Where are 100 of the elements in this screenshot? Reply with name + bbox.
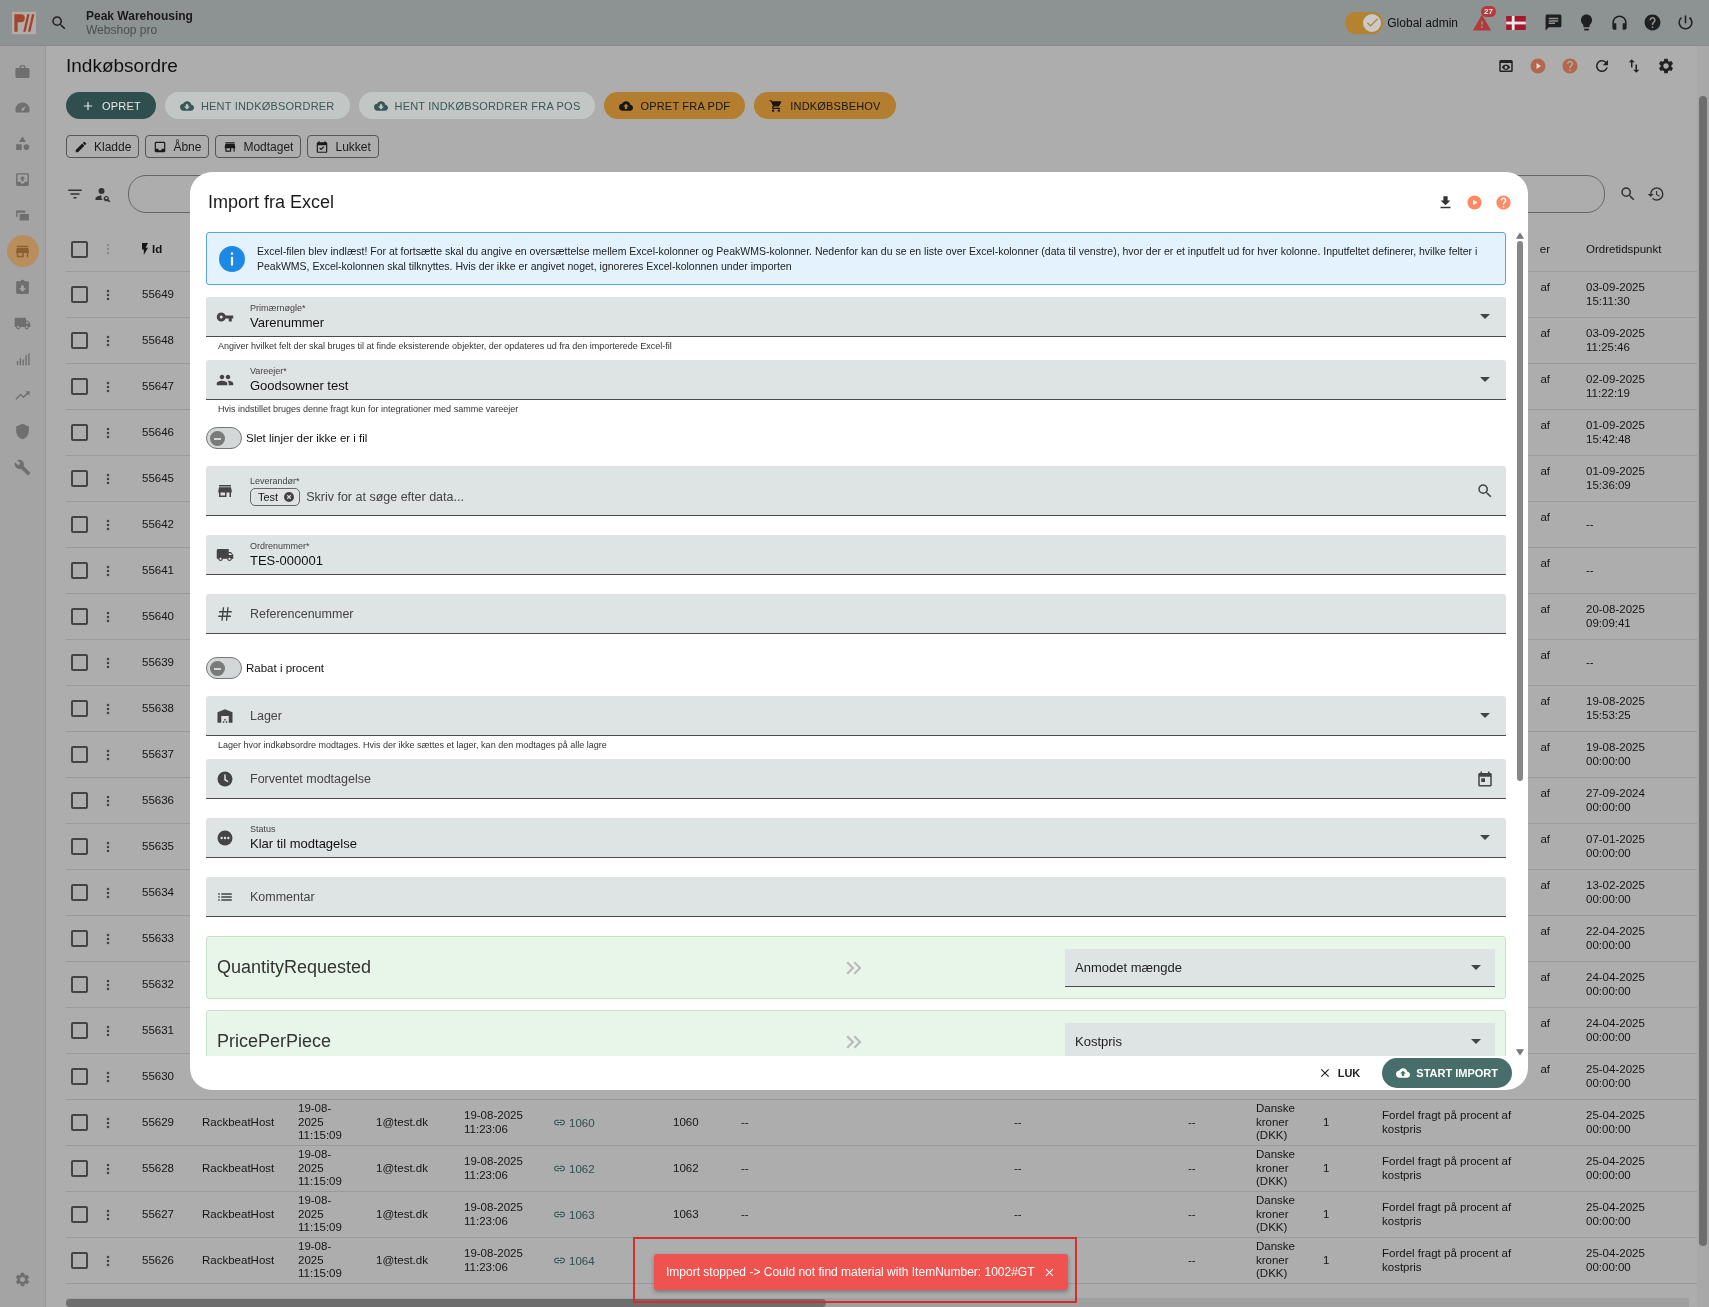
column-header[interactable]: Ordretidspunkt bbox=[1586, 243, 1662, 255]
table-cell: 19-08-2025 11:15:09 bbox=[298, 1240, 342, 1281]
play-icon[interactable] bbox=[1529, 57, 1547, 76]
checkbox[interactable] bbox=[70, 286, 88, 303]
checkbox[interactable] bbox=[70, 470, 88, 487]
admin-toggle[interactable] bbox=[1345, 11, 1384, 34]
checkbox[interactable] bbox=[70, 608, 88, 625]
date-field[interactable]: Forventet modtagelse bbox=[206, 759, 1506, 799]
scroll-up-icon[interactable] bbox=[1516, 232, 1524, 239]
table-cell: -- bbox=[1188, 1161, 1196, 1176]
page-title: Indkøbsordre bbox=[66, 55, 178, 78]
remove-icon[interactable] bbox=[283, 490, 296, 503]
input-field[interactable]: Ordrenummer* TES-000001 bbox=[206, 535, 1506, 575]
search-icon[interactable] bbox=[1476, 481, 1494, 500]
input-field[interactable]: Kommentar bbox=[206, 877, 1506, 917]
input-field[interactable]: Referencenummer bbox=[206, 594, 1506, 634]
checkbox[interactable] bbox=[70, 792, 88, 809]
order-link[interactable]: 1064 bbox=[553, 1254, 595, 1267]
column-header[interactable]: Id bbox=[132, 243, 192, 255]
briefcase-icon bbox=[14, 62, 31, 80]
table-cell-text: 19-08-2025 15:53:25 bbox=[1586, 695, 1646, 722]
checkbox[interactable] bbox=[70, 1206, 88, 1223]
table-cell-text: Fordel fragt på procent af kostpris bbox=[1382, 1201, 1513, 1228]
checkbox[interactable] bbox=[70, 654, 88, 671]
table-cell: 55645 bbox=[142, 471, 174, 486]
order-link[interactable]: 1062 bbox=[553, 1162, 595, 1175]
checkbox[interactable] bbox=[70, 884, 88, 901]
toggle-switch[interactable] bbox=[206, 657, 242, 679]
action-button[interactable]: OPRET FRA PDF bbox=[604, 92, 746, 120]
status-filter-chip[interactable]: Åbne bbox=[145, 135, 210, 158]
power-icon[interactable] bbox=[1676, 13, 1695, 32]
search-icon[interactable] bbox=[50, 13, 68, 32]
field-value: TES-000001 bbox=[250, 553, 324, 568]
table-cell-text: 03-09-2025 15:11:30 bbox=[1586, 281, 1646, 308]
action-button[interactable]: HENT INDKØBSORDRER bbox=[164, 92, 350, 120]
history-icon[interactable] bbox=[1647, 185, 1665, 203]
settings-icon[interactable] bbox=[1657, 57, 1675, 76]
checkbox[interactable] bbox=[70, 1252, 88, 1269]
checkbox[interactable] bbox=[70, 424, 88, 441]
checkbox[interactable] bbox=[70, 700, 88, 717]
status-filter-chip[interactable]: Kladde bbox=[66, 135, 140, 158]
table-cell: af bbox=[1540, 326, 1550, 341]
checkbox[interactable] bbox=[70, 746, 88, 763]
action-button[interactable]: INDKØBSBEHOV bbox=[754, 92, 896, 120]
table-cell: 55639 bbox=[142, 655, 174, 670]
select-field[interactable]: Primærnøgle* Varenummer bbox=[206, 297, 1506, 337]
status-filter-chip[interactable]: Lukket bbox=[307, 135, 379, 158]
checkbox[interactable] bbox=[70, 562, 88, 579]
value-chip[interactable]: Test bbox=[250, 487, 301, 506]
column-header[interactable]: er bbox=[1539, 243, 1550, 255]
scroll-down-icon[interactable] bbox=[1516, 1049, 1524, 1056]
dropdown-arrow-icon bbox=[1480, 835, 1490, 840]
checkbox[interactable] bbox=[70, 930, 88, 947]
person-search-icon[interactable] bbox=[94, 185, 112, 203]
logo-icon[interactable] bbox=[12, 10, 36, 35]
select-field[interactable]: Status Klar til modtagelse bbox=[206, 818, 1506, 858]
field-label: Leverandør* bbox=[250, 475, 301, 486]
order-link[interactable]: 1063 bbox=[553, 1208, 595, 1221]
table-cell: 1063 bbox=[673, 1207, 699, 1222]
checkbox[interactable] bbox=[70, 838, 88, 855]
action-button[interactable]: HENT INDKØBSORDRER FRA POS bbox=[358, 92, 596, 120]
checkbox[interactable] bbox=[70, 1022, 88, 1039]
scrollbar[interactable] bbox=[1697, 46, 1709, 1307]
checkbox[interactable] bbox=[70, 976, 88, 993]
headset-icon[interactable] bbox=[1610, 13, 1629, 32]
flag-icon[interactable] bbox=[1506, 15, 1526, 30]
checkbox[interactable] bbox=[70, 516, 88, 533]
play-icon[interactable] bbox=[1466, 193, 1483, 211]
help-icon[interactable] bbox=[1643, 13, 1662, 32]
checkbox[interactable] bbox=[70, 1114, 88, 1131]
checkbox[interactable] bbox=[70, 378, 88, 395]
search-icon[interactable] bbox=[1619, 185, 1637, 203]
scrollbar[interactable] bbox=[1516, 232, 1524, 1056]
checkbox[interactable] bbox=[70, 1160, 88, 1177]
checkbox[interactable] bbox=[70, 1068, 88, 1085]
action-button[interactable]: OPRET bbox=[66, 92, 156, 120]
table-cell: 55629 bbox=[142, 1115, 174, 1130]
close-button[interactable]: LUK bbox=[1311, 1065, 1367, 1081]
clock-icon bbox=[216, 769, 234, 788]
status-filter-chip[interactable]: Modtaget bbox=[215, 135, 302, 158]
table-cell-text: 20-08-2025 09:09:41 bbox=[1586, 603, 1646, 630]
table-cell-text: 02-09-2025 11:22:19 bbox=[1586, 373, 1646, 400]
help-icon[interactable] bbox=[1495, 193, 1512, 211]
select-field[interactable]: Lager bbox=[206, 696, 1506, 736]
field-placeholder: Skriv for at søge efter data... bbox=[306, 489, 464, 504]
toggle-switch[interactable] bbox=[206, 427, 242, 449]
select-field[interactable]: Anmodet mængde bbox=[1065, 948, 1495, 987]
table-cell-text: 19-08-2025 11:23:06 bbox=[464, 1247, 524, 1274]
select-field[interactable]: Vareejer* Goodsowner test bbox=[206, 360, 1506, 400]
search-field[interactable]: Leverandør* Test Skriv for at søge efter data... bbox=[206, 466, 1506, 516]
calendar-icon[interactable] bbox=[1476, 769, 1494, 788]
checkbox[interactable] bbox=[70, 240, 88, 258]
select-field[interactable]: Kostpris bbox=[1065, 1022, 1495, 1056]
order-link[interactable]: 1060 bbox=[553, 1116, 595, 1129]
table-cell: 55630 bbox=[142, 1069, 174, 1084]
start-import-button[interactable]: START IMPORT bbox=[1382, 1058, 1512, 1088]
pencil-icon bbox=[74, 139, 88, 154]
chat-icon[interactable] bbox=[1544, 13, 1563, 32]
scrollbar[interactable] bbox=[66, 1298, 1689, 1307]
checkbox[interactable] bbox=[70, 332, 88, 349]
